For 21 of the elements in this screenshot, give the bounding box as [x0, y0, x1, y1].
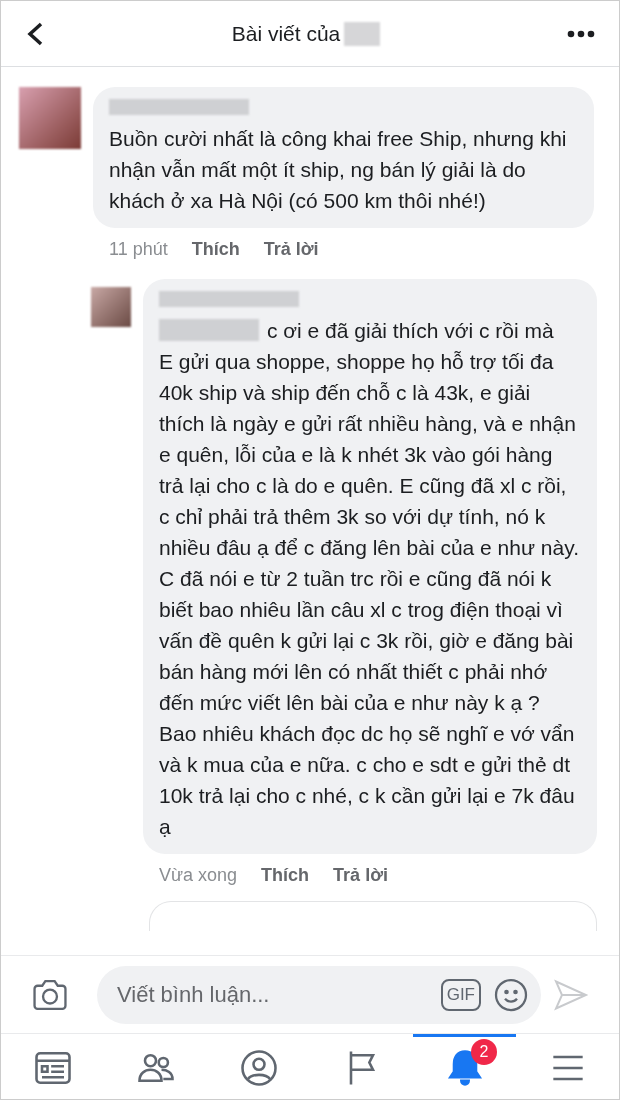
more-icon[interactable]	[567, 29, 595, 38]
like-link[interactable]: Thích	[191, 236, 240, 263]
smiley-icon[interactable]	[493, 976, 529, 1013]
comment-text: c ơi e đã giải thích với c rồi mà	[267, 318, 554, 344]
comment-text: E gửi qua shoppe, shoppe họ hỗ trợ tối đa 40k ship và ship đến chỗ c là 43k, e giải thích là ngày e gửi rất nhiều hàng, và e nhận e quên, lỗi của e là k nhét 3k vào gói hàng trả lại cho c là do e quên. E cũng đã xl c rồi, c chỉ phải trả thêm 3k so với dự tính, nó k nhiều đâu ạ để c đăng lên bài của e như này. C đã nói e từ 2 tuần trc rồi e cũng đã nói k biết bao nhiêu lần câu xl c trog điện thoại vì vấn đề quên k gửi lại c 3k rồi, giờ e đăng bài bán hàng mới lên có nhất thiết c phải nhớ đến mức viết lên bài của e như này k ạ ? Bao nhiêu khách đọc dc họ sẽ nghĩ e vớ vẩn và k mua của e nữa. c cho e sdt e gửi thẻ dt 10k trả lại cho c nhé, c k cần gửi lại e 7k đâu ạ	[159, 349, 580, 840]
comment-text: Buồn cười nhất là công khai free Ship, nhưng khi nhận vẫn mất một ít ship, ng bán lý giải là do khách ở xa Hà Nội (có 500 km thôi nhé!)	[109, 126, 568, 214]
comment-input[interactable]: Viết bình luận... GIF	[97, 965, 541, 1024]
reply-link[interactable]: Trả lời	[333, 862, 388, 889]
comment-time: Vừa xong	[159, 864, 238, 887]
blurred-name	[344, 21, 381, 46]
reply-link[interactable]: Trả lời	[263, 236, 319, 263]
comment-time: 11 phút	[109, 238, 168, 261]
nav-tab[interactable]: 2	[413, 1034, 516, 1099]
like-link[interactable]: Thích	[261, 862, 310, 889]
notification-badge: 2	[471, 1039, 497, 1065]
camera-icon[interactable]	[31, 977, 69, 1012]
header-title: Bài viết của	[231, 20, 341, 47]
blurred-avatar	[19, 87, 81, 149]
blurred-avatar	[91, 287, 131, 327]
gif-button[interactable]: GIF	[440, 978, 481, 1011]
back-icon[interactable]	[25, 20, 45, 47]
